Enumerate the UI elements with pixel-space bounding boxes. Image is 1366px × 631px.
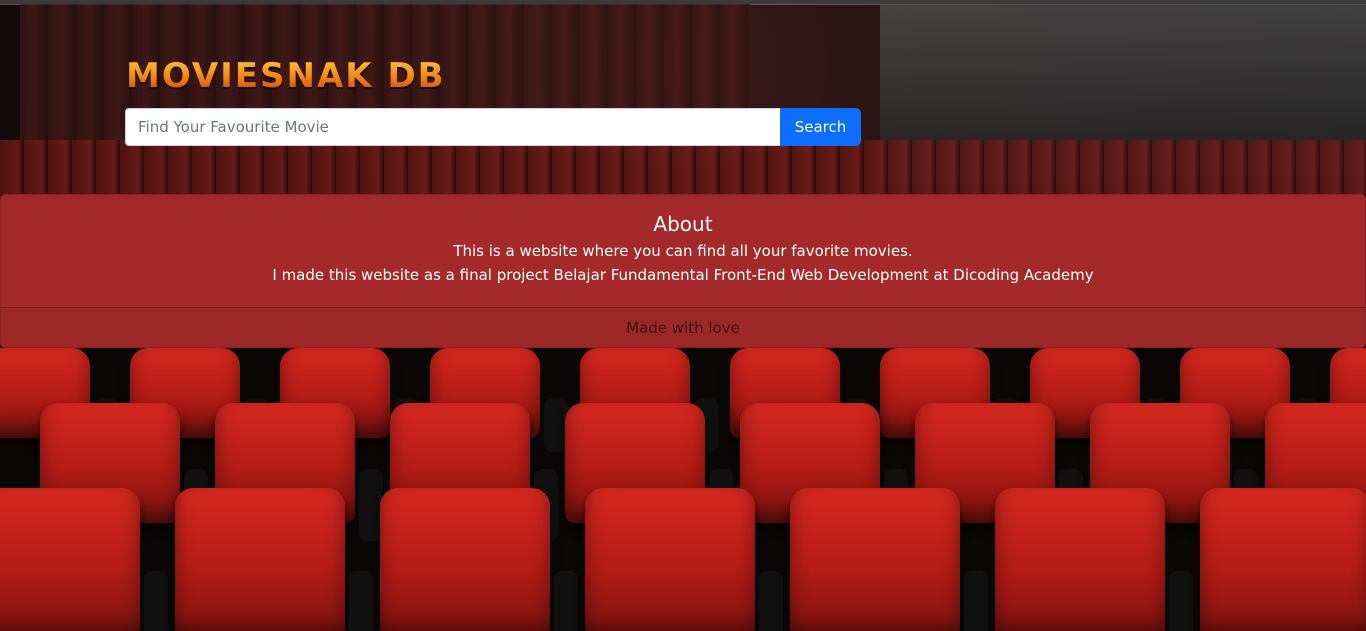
seat [790,488,960,631]
seat-armrest [759,570,783,631]
about-card: About This is a website where you can fi… [0,194,1366,348]
seat-armrest [349,570,373,631]
about-card-footer: Made with love [1,307,1365,347]
cinema-seats-image [0,348,1366,631]
about-description-line-1: This is a website where you can find all… [453,242,913,260]
seat [0,488,140,631]
about-description-line-2: I made this website as a final project B… [272,266,1094,284]
seat [1200,488,1366,631]
seat [175,488,345,631]
about-card-body: About This is a website where you can fi… [1,195,1365,307]
seat [380,488,550,631]
seat-armrest [144,570,168,631]
search-input[interactable] [125,108,780,146]
site-logo[interactable]: MOVIESNAK DB [126,56,446,96]
seat-armrest [554,570,578,631]
search-button[interactable]: Search [780,108,861,146]
page-root: MOVIESNAK DB Search About This is a webs… [0,0,1366,631]
seat [585,488,755,631]
search-form: Search [125,108,861,146]
about-title: About [653,212,713,236]
seat-armrest [1169,570,1193,631]
seat-armrest [964,570,988,631]
background-back-rows [0,140,1366,200]
seat [995,488,1165,631]
